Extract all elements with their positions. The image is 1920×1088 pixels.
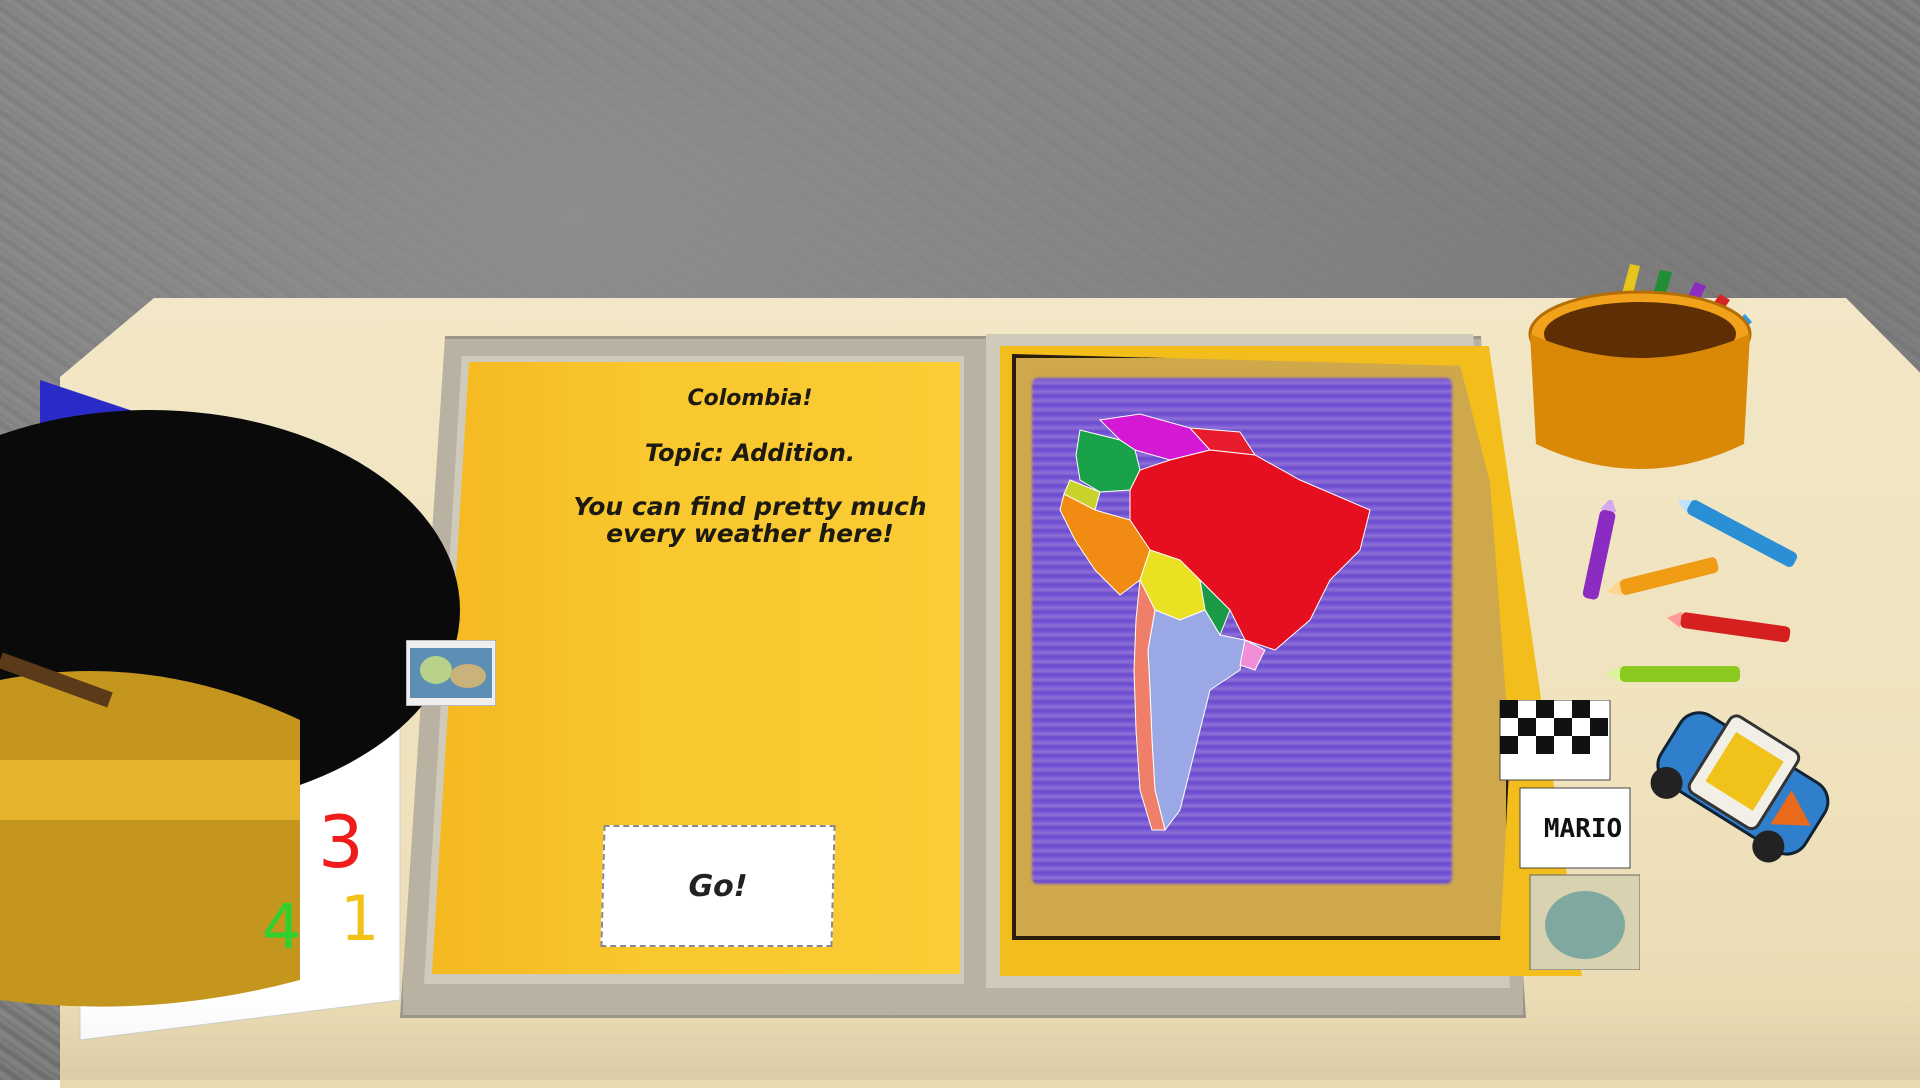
south-america-map bbox=[1059, 413, 1371, 832]
toy-car bbox=[1650, 711, 1830, 863]
bottom-shade bbox=[0, 1000, 1920, 1080]
left-desk-items bbox=[0, 380, 460, 1041]
drawing-number-4: 4 bbox=[262, 890, 302, 963]
crayon-cup bbox=[1528, 264, 1752, 469]
loose-crayons bbox=[1582, 500, 1798, 682]
go-button[interactable]: Go! bbox=[600, 825, 836, 947]
map-thumbnail-card bbox=[406, 640, 496, 706]
lamp-base bbox=[0, 671, 300, 1007]
drawing-number-1: 1 bbox=[340, 882, 380, 955]
region-argentina bbox=[1147, 609, 1246, 832]
name-card-label: MARIO bbox=[1543, 814, 1623, 844]
country-description: You can find pretty much every weather h… bbox=[573, 492, 927, 548]
drawing-number-3: 3 bbox=[318, 800, 364, 884]
topic-label: Topic: Addition. bbox=[644, 439, 856, 467]
country-title: Colombia! bbox=[687, 386, 813, 411]
lesson-info: Colombia! Topic: Addition. You can find … bbox=[560, 386, 940, 547]
